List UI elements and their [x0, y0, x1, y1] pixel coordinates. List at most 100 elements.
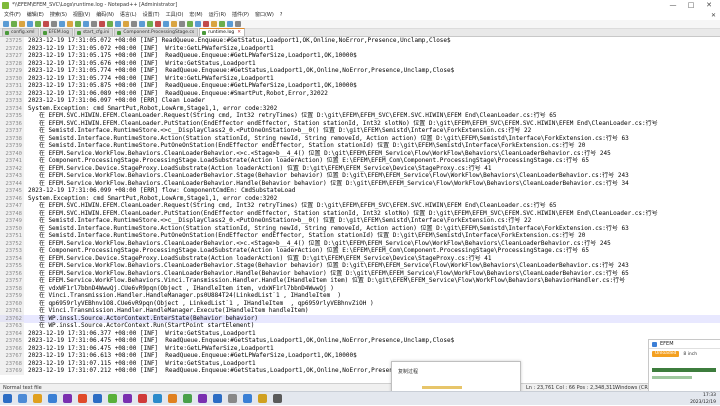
- toolbar-button-icon[interactable]: [139, 21, 145, 27]
- taskbar-app-icon[interactable]: [138, 394, 147, 403]
- toolbar-button-icon[interactable]: [115, 21, 121, 27]
- toolbar-button-icon[interactable]: [203, 21, 209, 27]
- tab-label: runtime.log: [208, 30, 235, 35]
- notepad-plus-plus-icon: [2, 2, 9, 9]
- toolbar-button-icon[interactable]: [19, 21, 25, 27]
- taskbar-app-icon[interactable]: [273, 394, 282, 403]
- unloaded-badge: Unloaded: [652, 351, 680, 357]
- tab-bar: config.xml EFEM.log start_cfg.ini Component…: [0, 28, 720, 37]
- taskbar-app-icon[interactable]: [183, 394, 192, 403]
- copy-progress-bar: [422, 386, 462, 389]
- toolbar-button-icon[interactable]: [131, 21, 137, 27]
- clock-time: 17:33: [703, 393, 716, 398]
- saved-file-icon: [76, 30, 81, 35]
- menu-item[interactable]: 设置(T): [143, 11, 160, 20]
- saved-file-icon: [117, 30, 122, 35]
- toolbar-button-icon[interactable]: [227, 21, 233, 27]
- toolbar-button-icon[interactable]: [75, 21, 81, 27]
- menu-item[interactable]: 搜索(S): [50, 11, 67, 20]
- menu-item[interactable]: 工具(O): [166, 11, 184, 20]
- line-number: 23769: [0, 367, 24, 375]
- taskbar-app-icon[interactable]: [33, 394, 42, 403]
- file-tab[interactable]: runtime.log ✕: [199, 28, 246, 36]
- menu-item[interactable]: ?: [280, 11, 283, 20]
- toolbar-button-icon[interactable]: [43, 21, 49, 27]
- file-tab[interactable]: config.xml: [2, 28, 39, 36]
- taskbar-app-icon[interactable]: [213, 394, 222, 403]
- menu-item[interactable]: 编码(N): [96, 11, 114, 20]
- toolbar-button-icon[interactable]: [3, 21, 9, 27]
- taskbar-app-icon[interactable]: [93, 394, 102, 403]
- toolbar-button-icon[interactable]: [91, 21, 97, 27]
- toolbar-button-icon[interactable]: [67, 21, 73, 27]
- wafer-size-label: 8 inch: [683, 351, 698, 357]
- taskbar-app-icon[interactable]: [3, 394, 12, 403]
- minimize-button[interactable]: —: [664, 0, 682, 11]
- menu-item[interactable]: 文件(F): [4, 11, 21, 20]
- close-button[interactable]: ✕: [700, 0, 718, 11]
- efem-window-header: EFEM: [649, 340, 720, 349]
- menu-item[interactable]: 视图(V): [73, 11, 90, 20]
- taskbar-app-icon[interactable]: [228, 394, 237, 403]
- efem-status-row: Unloaded 8 inch: [652, 351, 697, 357]
- menu-item[interactable]: 编辑(E): [27, 11, 44, 20]
- text-editor[interactable]: 23725 2023-12-19 17:31:05.072 +08:00 [INF…: [0, 37, 720, 383]
- taskbar-app-icon[interactable]: [198, 394, 207, 403]
- tab-label: EFEM.log: [48, 30, 69, 35]
- menu-item[interactable]: 运行(R): [209, 11, 226, 20]
- toolbar-button-icon[interactable]: [219, 21, 225, 27]
- file-tab[interactable]: start_cfg.ini: [73, 28, 114, 36]
- taskbar-app-icon[interactable]: [108, 394, 117, 403]
- toolbar-button-icon[interactable]: [51, 21, 57, 27]
- menu-item[interactable]: 插件(P): [232, 11, 249, 20]
- toolbar-button-icon[interactable]: [187, 21, 193, 27]
- copy-progress-dialog: 复制过程: [391, 361, 521, 393]
- close-document-icon[interactable]: ✕: [711, 11, 716, 20]
- taskbar-app-icon[interactable]: [63, 394, 72, 403]
- tab-label: Component.ProcessingStage.cs: [123, 30, 195, 35]
- toolbar-button-icon[interactable]: [123, 21, 129, 27]
- toolbar-button-icon[interactable]: [83, 21, 89, 27]
- efem-app-icon: [652, 341, 657, 347]
- toolbar-button-icon[interactable]: [11, 21, 17, 27]
- toolbar-button-icon[interactable]: [147, 21, 153, 27]
- toolbar-button-icon[interactable]: [179, 21, 185, 27]
- toolbar-button-icon[interactable]: [27, 21, 33, 27]
- taskbar-app-icon[interactable]: [243, 394, 252, 403]
- taskbar-app-icon[interactable]: [153, 394, 162, 403]
- taskbar-app-icon[interactable]: [18, 394, 27, 403]
- efem-window[interactable]: EFEM Unloaded 8 inch: [648, 339, 720, 393]
- toolbar-button-icon[interactable]: [235, 21, 241, 27]
- toolbar-button-icon[interactable]: [211, 21, 217, 27]
- maximize-button[interactable]: □: [682, 0, 700, 11]
- editor-line[interactable]: 23769 2023-12-19 17:31:07.212 +08:00 [INF…: [0, 367, 720, 375]
- efem-status-bar: [652, 368, 716, 372]
- menu-item[interactable]: 窗口(W): [255, 11, 274, 20]
- toolbar-button-icon[interactable]: [163, 21, 169, 27]
- file-tab[interactable]: EFEM.log: [39, 28, 73, 36]
- toolbar-button-icon[interactable]: [107, 21, 113, 27]
- toolbar-button-icon[interactable]: [155, 21, 161, 27]
- efem-secondary-bar: [652, 376, 692, 379]
- taskbar-app-icon[interactable]: [78, 394, 87, 403]
- efem-window-title: EFEM: [660, 341, 674, 347]
- taskbar-app-icon[interactable]: [258, 394, 267, 403]
- toolbar-button-icon[interactable]: [59, 21, 65, 27]
- menu-item[interactable]: 语言(L): [120, 11, 137, 20]
- system-clock[interactable]: 17:33 2023/12/19: [690, 392, 716, 406]
- dialog-title: 复制过程: [398, 369, 419, 375]
- toolbar-button-icon[interactable]: [99, 21, 105, 27]
- window-controls: — □ ✕: [664, 0, 718, 11]
- file-tab[interactable]: Component.ProcessingStage.cs: [114, 28, 199, 36]
- taskbar-app-icon[interactable]: [48, 394, 57, 403]
- toolbar-button-icon[interactable]: [35, 21, 41, 27]
- taskbar-app-icon[interactable]: [123, 394, 132, 403]
- saved-file-icon: [42, 30, 47, 35]
- menu-item[interactable]: 宏(M): [189, 11, 202, 20]
- taskbar-app-icon[interactable]: [168, 394, 177, 403]
- saved-file-icon: [202, 30, 207, 35]
- close-tab-icon[interactable]: ✕: [237, 29, 241, 36]
- window-title: *\\EFEM\EFEM_SVC\Logs\runtime.log - Note…: [12, 2, 178, 8]
- toolbar-button-icon[interactable]: [195, 21, 201, 27]
- toolbar-button-icon[interactable]: [171, 21, 177, 27]
